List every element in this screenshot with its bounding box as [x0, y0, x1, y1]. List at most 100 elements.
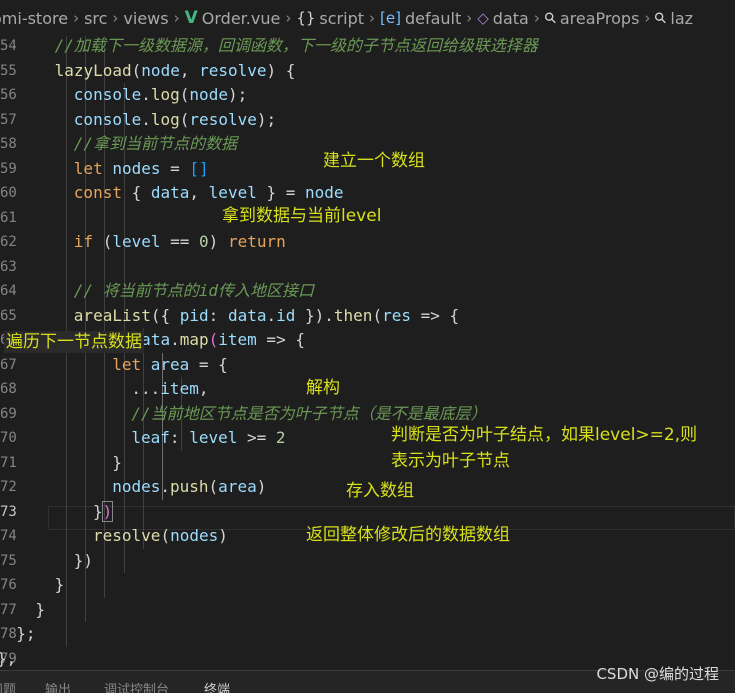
- code-token: nodes: [170, 526, 219, 545]
- code-line[interactable]: console.log(node);: [74, 83, 247, 108]
- code-token: level: [112, 232, 161, 251]
- code-token: resolve: [199, 60, 267, 80]
- code-token: level: [189, 428, 238, 447]
- cube-icon: ◇: [477, 9, 489, 27]
- breadcrumb-item[interactable]: ◇ data: [477, 9, 529, 28]
- code-token: ({: [150, 305, 180, 325]
- breadcrumb-item[interactable]: {} script: [296, 9, 364, 28]
- breadcrumb-label: laz: [670, 8, 694, 28]
- breadcrumb-item[interactable]: [e] default: [380, 9, 461, 28]
- tab-debug-console[interactable]: 调试控制台: [104, 679, 169, 693]
- code-line[interactable]: //当前地区节点是否为叶子节点（是不是最底层）: [131, 402, 486, 427]
- code-line[interactable]: }: [55, 573, 65, 598]
- breadcrumb-separator: ›: [112, 9, 119, 27]
- code-line[interactable]: }: [35, 598, 45, 623]
- code-token: ,: [189, 183, 209, 202]
- line-number: 61: [0, 209, 17, 226]
- code-line[interactable]: const { data, level } = node: [74, 181, 344, 206]
- code-token: node: [189, 85, 228, 104]
- code-token: (: [179, 85, 190, 104]
- code-line[interactable]: areaList({ pid: data.id }).then(res => {: [74, 304, 459, 329]
- code-token: push: [170, 477, 209, 496]
- code-token: res: [382, 305, 411, 325]
- annotation-iterate-next-node: 遍历下一节点数据: [4, 331, 144, 353]
- code-line[interactable]: resolve(nodes): [93, 524, 228, 549]
- annotation-leaf-check-line2: 表示为叶子节点: [391, 451, 510, 471]
- code-token: =: [160, 158, 190, 178]
- code-token: node: [141, 60, 180, 80]
- code-token: .: [160, 477, 170, 496]
- code-token: item: [218, 330, 257, 349]
- code-token: leaf: [131, 428, 170, 447]
- annotation-push-array: 存入数组: [346, 481, 414, 501]
- code-token: .: [170, 330, 180, 349]
- annotation-destructure: 解构: [306, 378, 340, 398]
- code-editor[interactable]: 5455565758596061626364656667686970717273…: [0, 36, 735, 670]
- code-token: .: [141, 109, 151, 129]
- code-token: data: [227, 305, 267, 325]
- breadcrumb-item[interactable]: V Order.vue: [185, 8, 281, 28]
- code-token: (: [93, 232, 113, 251]
- breadcrumb-item[interactable]: src: [84, 9, 107, 28]
- breadcrumb-separator: ›: [173, 9, 180, 27]
- code-token: then: [333, 305, 373, 325]
- code-line[interactable]: console.log(resolve);: [74, 108, 276, 133]
- tab-output[interactable]: 输出: [45, 679, 71, 693]
- code-token: []: [189, 158, 209, 178]
- code-token: level: [208, 183, 257, 202]
- code-token: data: [150, 183, 190, 202]
- code-token: }: [93, 501, 103, 521]
- code-token: ) {: [266, 60, 296, 80]
- code-line[interactable]: //加载下一级数据源，回调函数，下一级的子节点返回给级联选择器: [55, 36, 538, 59]
- breadcrumb-separator: ›: [533, 9, 540, 27]
- code-token: :: [208, 305, 228, 325]
- line-number: 54: [0, 38, 17, 54]
- code-line[interactable]: let nodes = []: [74, 157, 209, 182]
- code-token: (: [372, 305, 383, 325]
- code-token: ,: [179, 60, 200, 80]
- code-line[interactable]: }): [74, 549, 93, 574]
- code-line[interactable]: lazyLoad(node, resolve) {: [55, 59, 296, 84]
- code-token: area: [150, 354, 190, 374]
- wrench-icon: ⚲: [650, 7, 672, 29]
- code-line[interactable]: }: [112, 451, 122, 476]
- breadcrumb-item[interactable]: ⚲ laz: [651, 8, 694, 29]
- code-token: 0: [199, 232, 209, 251]
- code-line[interactable]: //拿到当前节点的数据: [74, 132, 237, 157]
- code-line[interactable]: // 将当前节点的id传入地区接口: [74, 279, 314, 304]
- code-token: let: [73, 158, 103, 178]
- code-line[interactable]: if (level == 0) return: [74, 230, 286, 255]
- tab-terminal[interactable]: 终端: [204, 679, 230, 693]
- line-number: 67: [0, 356, 17, 373]
- watermark: CSDN @编的过程: [596, 665, 719, 683]
- code-line[interactable]: },: [0, 647, 16, 671]
- line-number: 75: [0, 552, 17, 569]
- line-number: 76: [0, 577, 17, 593]
- code-token: :: [169, 428, 190, 447]
- code-token: ): [256, 477, 267, 496]
- tab-problems[interactable]: 问题: [0, 679, 16, 693]
- code-line[interactable]: let area = {: [112, 353, 228, 378]
- code-token: nodes: [112, 477, 161, 496]
- breadcrumb-item[interactable]: views: [123, 9, 168, 28]
- annotation-create-array: 建立一个数组: [323, 151, 425, 171]
- code-line[interactable]: };: [16, 622, 35, 647]
- line-number: 77: [0, 601, 17, 618]
- code-token: let: [112, 354, 142, 374]
- code-token: }: [54, 575, 65, 594]
- breadcrumb-item[interactable]: ⚲ areaProps: [540, 8, 639, 29]
- wrench-icon: ⚲: [540, 7, 561, 29]
- code-line[interactable]: ...item,: [131, 377, 208, 402]
- code-token: if: [73, 232, 94, 251]
- code-token: //当前地区节点是否为叶子节点（是不是最底层）: [131, 403, 487, 423]
- breadcrumb-label: script: [319, 8, 365, 28]
- code-token: (: [179, 109, 190, 129]
- breadcrumb-separator: ›: [73, 9, 80, 27]
- code-line[interactable]: nodes.push(area): [112, 475, 266, 500]
- code-token: (: [208, 477, 219, 496]
- code-line[interactable]: }): [93, 500, 114, 525]
- line-number: 72: [0, 479, 17, 495]
- code-line[interactable]: leaf: level >= 2: [131, 426, 285, 451]
- breadcrumb-item[interactable]: omi-store: [0, 9, 68, 28]
